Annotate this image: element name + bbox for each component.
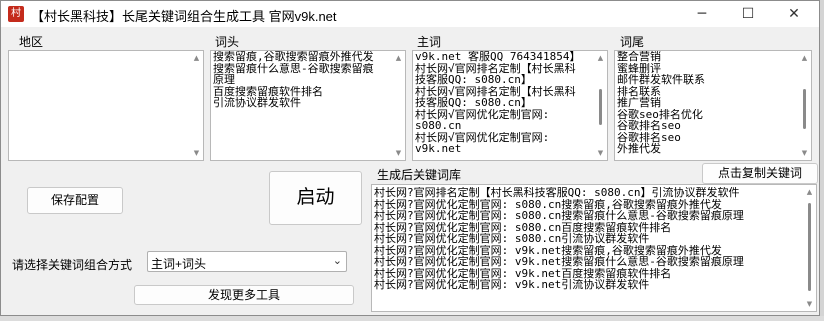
text-line: 技客服QQ: s080.cn】 — [415, 74, 532, 86]
app-window: 村 【村长黑科技】长尾关键词组合生成工具 官网v9k.net ─ ☐ ✕ 地区 … — [0, 0, 820, 316]
text-line: 谷歌排名seo — [617, 131, 681, 143]
text-line: 村长网?官网优化定制官网: s080.cn百度搜索留痕软件排名 — [374, 221, 672, 233]
app-icon: 村 — [8, 6, 24, 22]
result-scrollbar[interactable]: ▲ ▼ — [803, 185, 816, 311]
text-line: 原理 — [213, 74, 235, 86]
scroll-thumb[interactable] — [599, 89, 602, 125]
head-label: 词头 — [215, 35, 240, 49]
maximize-icon[interactable]: ☐ — [725, 1, 771, 27]
text-line: 村长网?官网优化定制官网: v9k.net引流协议群发软件 — [374, 279, 650, 291]
text-line: 村长网?官网优化定制官网: v9k.net百度搜索留痕软件排名 — [374, 267, 672, 279]
scroll-up-icon[interactable]: ▲ — [798, 52, 811, 64]
text-line: 村长网?官网优化定制官网: v9k.net搜索留痕,谷歌搜索留痕外推代发 — [374, 244, 722, 256]
more-tools-button[interactable]: 发现更多工具 — [134, 285, 354, 305]
result-textarea[interactable]: 村长网?官网排名定制【村长黑科技客服QQ: s080.cn】引流协议群发软件 村长… — [371, 184, 817, 312]
main-scrollbar[interactable]: ▲ ▼ — [594, 51, 607, 160]
main-textarea[interactable]: v9k.net 客服QQ 764341854】 村长网√官网排名定制【村长黑科 技客… — [412, 50, 608, 161]
tail-label: 词尾 — [620, 35, 645, 49]
tail-text: 整合营销 蜜蜂删评 邮件群发软件联系 排名联系 推广营销 谷歌seo排名优化 谷歌排名seo… — [617, 51, 797, 155]
text-line: 村长网√官网排名定制【村长黑科 — [415, 62, 576, 74]
main-label: 主词 — [417, 35, 442, 49]
text-line: 谷歌seo排名优化 — [617, 108, 703, 120]
text-line: 蜜蜂删评 — [617, 62, 661, 74]
start-button[interactable]: 启动 — [269, 171, 362, 225]
text-line: v9k.net 客服QQ 764341854】 — [415, 51, 581, 63]
title-bar: 村 【村长黑科技】长尾关键词组合生成工具 官网v9k.net ─ ☐ ✕ — [1, 1, 819, 27]
copy-keywords-button[interactable]: 点击复制关键词 — [702, 163, 818, 184]
text-line: 村长网?官网排名定制【村长黑科技客服QQ: s080.cn】引流协议群发软件 — [374, 187, 740, 199]
tail-textarea[interactable]: 整合营销 蜜蜂删评 邮件群发软件联系 排名联系 推广营销 谷歌seo排名优化 谷歌排名seo… — [614, 50, 812, 161]
text-line: 村长网?官网优化定制官网: v9k.net搜索留痕什么意思-谷歌搜索留痕原理 — [374, 256, 744, 268]
head-textarea[interactable]: 搜索留痕,谷歌搜索留痕外推代发 搜索留痕什么意思-谷歌搜索留痕 原理 百度搜索留痕软件… — [210, 50, 406, 161]
head-scrollbar[interactable]: ▲ ▼ — [392, 51, 405, 160]
scroll-up-icon[interactable]: ▲ — [392, 52, 405, 64]
text-line: 搜索留痕什么意思-谷歌搜索留痕 — [213, 62, 374, 74]
scroll-up-icon[interactable]: ▲ — [803, 186, 816, 198]
text-line: 外推代发 — [617, 143, 661, 155]
text-line: 村长网√官网优化定制官网: — [415, 131, 550, 143]
scroll-thumb[interactable] — [803, 89, 806, 129]
scroll-up-icon[interactable]: ▲ — [594, 52, 607, 64]
chevron-down-icon[interactable]: ⌄ — [333, 254, 342, 267]
text-line: 村长网?官网优化定制官网: s080.cn引流协议群发软件 — [374, 233, 650, 245]
text-line: 推广营销 — [617, 97, 661, 109]
scroll-down-icon[interactable]: ▼ — [594, 147, 607, 159]
result-text: 村长网?官网排名定制【村长黑科技客服QQ: s080.cn】引流协议群发软件 村长… — [374, 187, 802, 291]
text-line: 村长网√官网优化定制官网: — [415, 108, 550, 120]
combination-select[interactable]: 主词+词头 ⌄ — [147, 251, 347, 272]
window-title: 【村长黑科技】长尾关键词组合生成工具 官网v9k.net — [31, 9, 337, 24]
result-label: 生成后关键词库 — [377, 168, 462, 182]
text-line: 村长网?官网优化定制官网: s080.cn搜索留痕,谷歌搜索留痕外推代发 — [374, 198, 722, 210]
region-label: 地区 — [19, 35, 44, 49]
head-text: 搜索留痕,谷歌搜索留痕外推代发 搜索留痕什么意思-谷歌搜索留痕 原理 百度搜索留痕软件… — [213, 51, 391, 109]
text-line: s080.cn — [415, 120, 462, 132]
text-line: 引流协议群发软件 — [213, 97, 301, 109]
text-line: 邮件群发软件联系 — [617, 74, 705, 86]
text-line: 搜索留痕,谷歌搜索留痕外推代发 — [213, 51, 374, 63]
text-line: 整合营销 — [617, 51, 661, 63]
scroll-down-icon[interactable]: ▼ — [190, 147, 203, 159]
save-config-button[interactable]: 保存配置 — [27, 187, 123, 214]
combo-label: 请选择关键词组合方式 — [12, 258, 133, 272]
scroll-thumb[interactable] — [808, 203, 811, 291]
desktop-background — [0, 316, 824, 321]
minimize-icon[interactable]: ─ — [679, 1, 725, 27]
text-line: 村长网?官网优化定制官网: s080.cn搜索留痕什么意思-谷歌搜索留痕原理 — [374, 210, 744, 222]
text-line: v9k.net — [415, 143, 462, 155]
scroll-down-icon[interactable]: ▼ — [392, 147, 405, 159]
text-line: 百度搜索留痕软件排名 — [213, 85, 323, 97]
tail-scrollbar[interactable]: ▲ ▼ — [798, 51, 811, 160]
text-line: 村长网√官网排名定制【村长黑科 — [415, 85, 576, 97]
main-text: v9k.net 客服QQ 764341854】 村长网√官网排名定制【村长黑科 技客… — [415, 51, 593, 155]
scroll-down-icon[interactable]: ▼ — [798, 147, 811, 159]
close-icon[interactable]: ✕ — [771, 1, 817, 27]
text-line: 技客服QQ: s080.cn】 — [415, 97, 532, 109]
region-textarea[interactable]: ▲ ▼ — [8, 50, 204, 161]
scroll-down-icon[interactable]: ▼ — [803, 298, 816, 310]
region-scrollbar[interactable]: ▲ ▼ — [190, 51, 203, 160]
text-line: 排名联系 — [617, 85, 661, 97]
scroll-up-icon[interactable]: ▲ — [190, 52, 203, 64]
combination-select-value: 主词+词头 — [151, 257, 207, 271]
text-line: 谷歌排名seo — [617, 120, 681, 132]
